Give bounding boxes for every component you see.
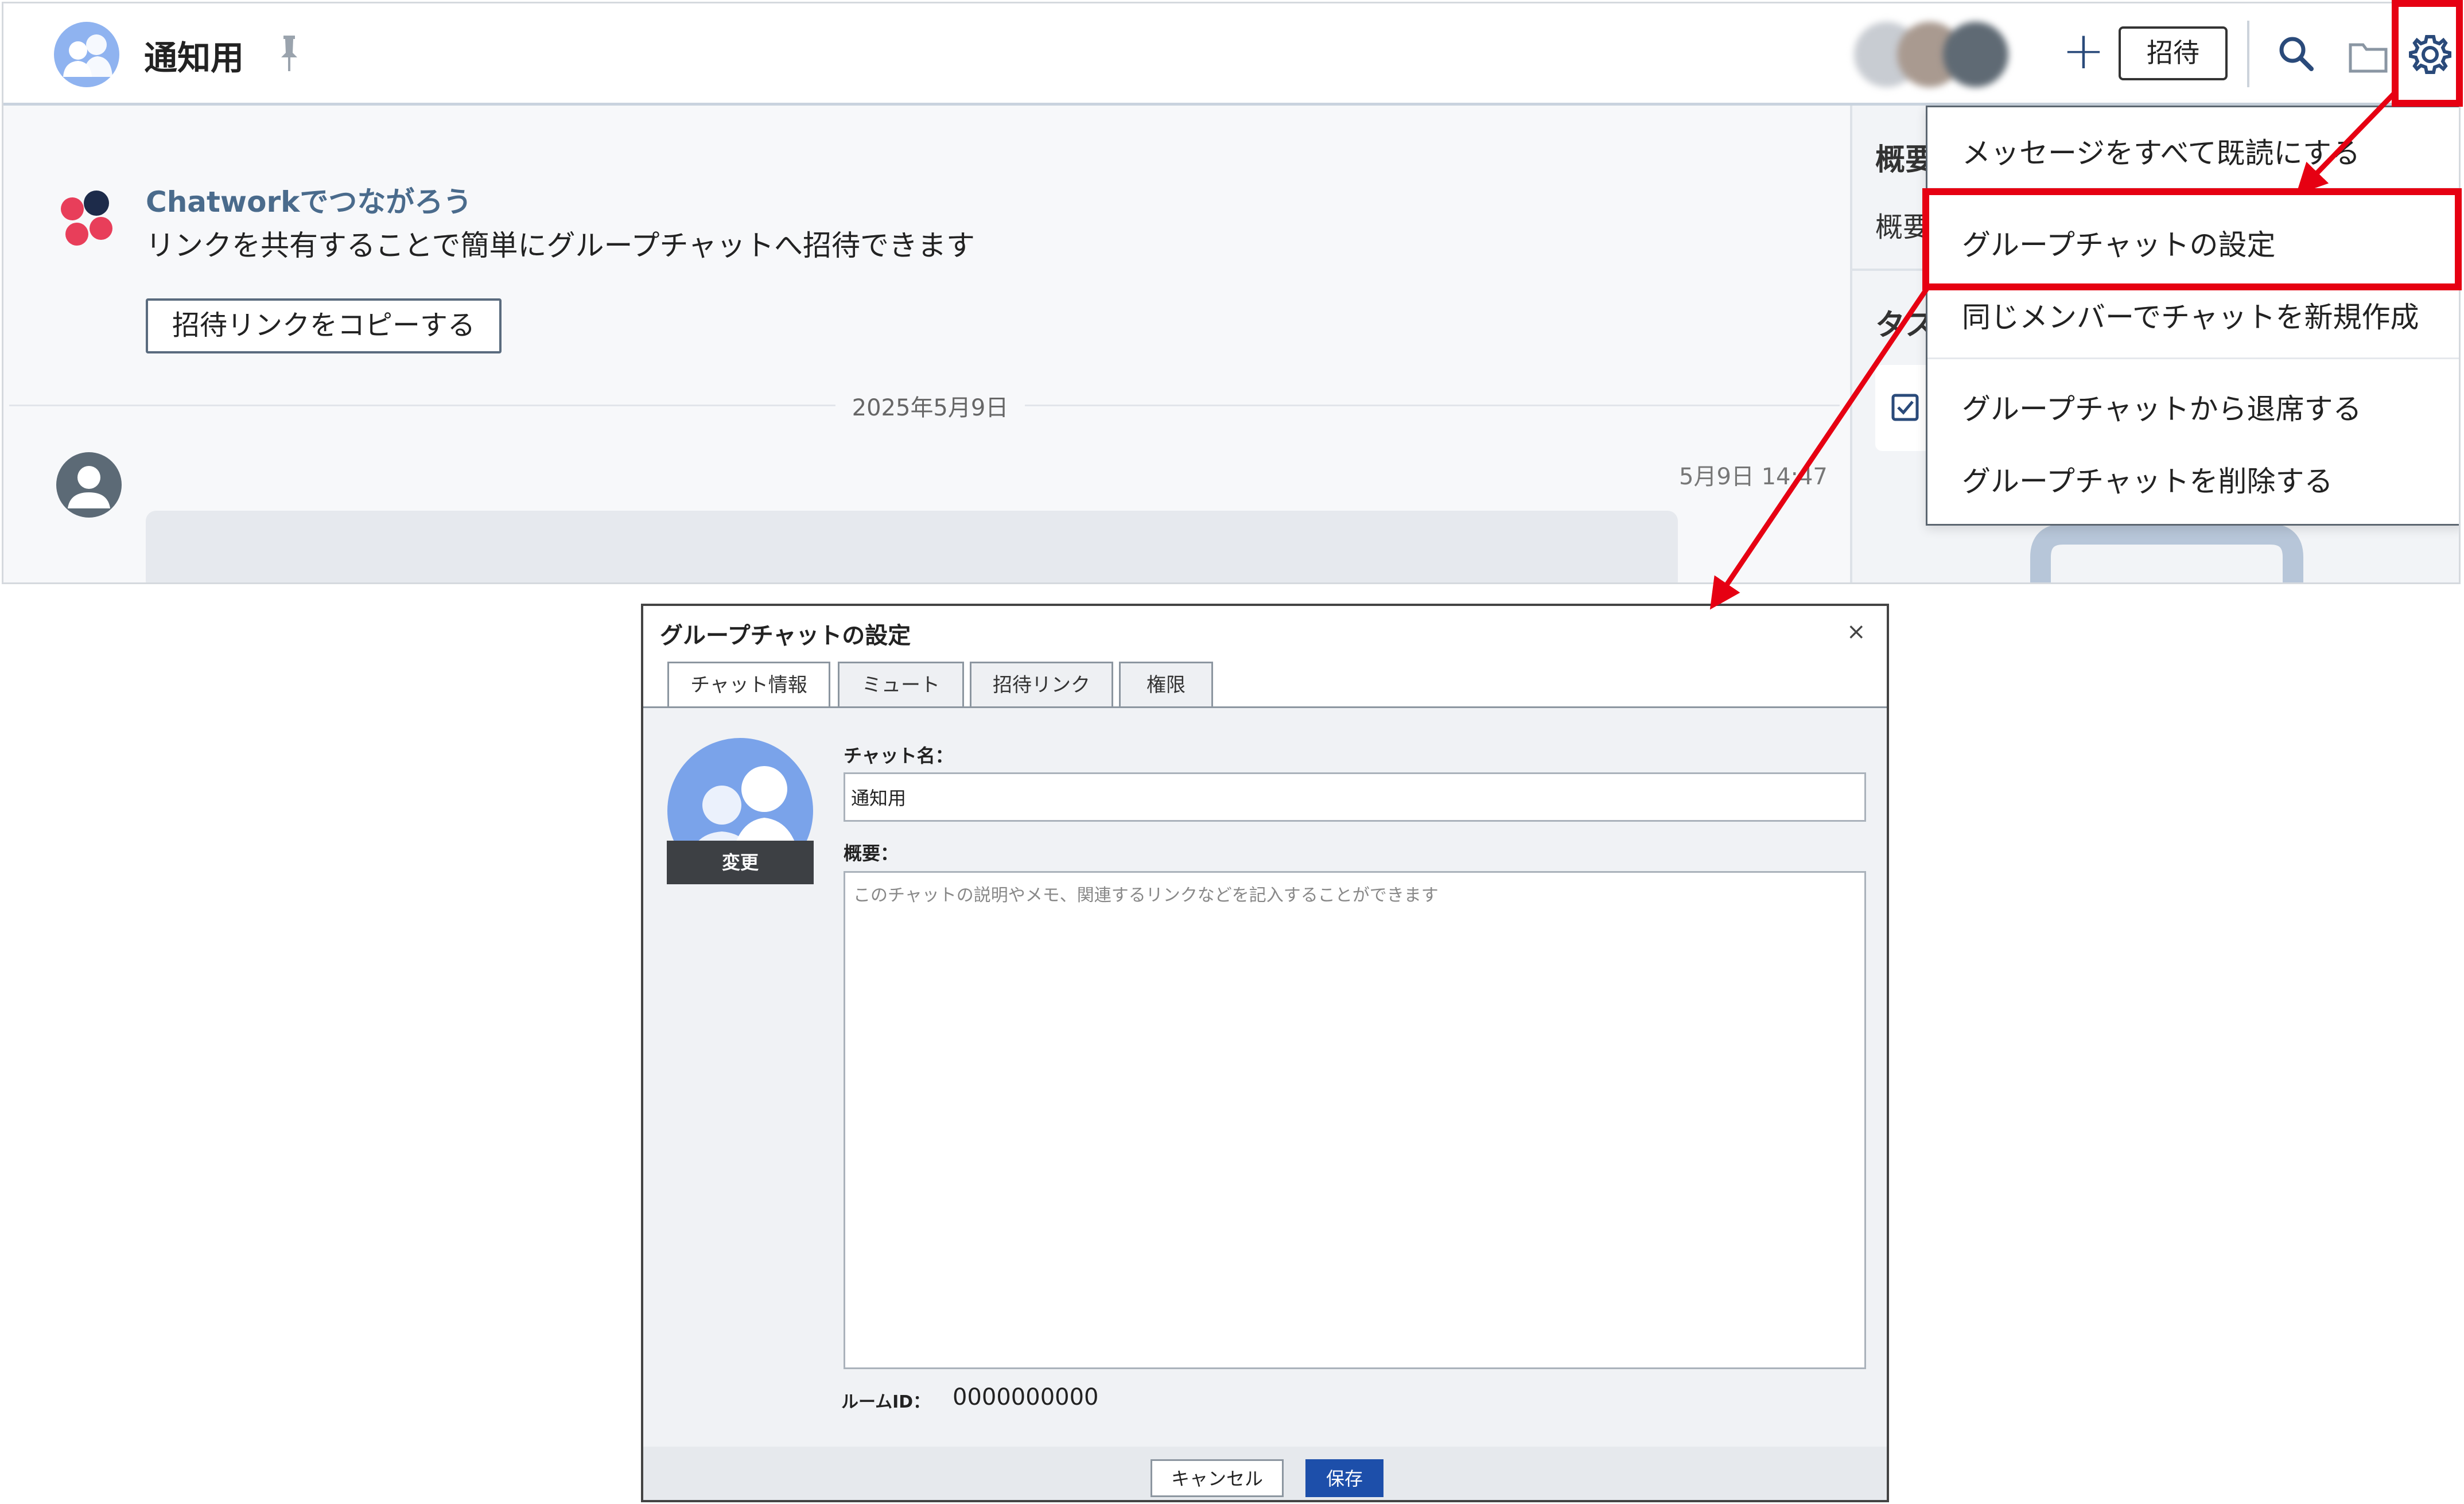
chat-name-label: チャット名：	[844, 745, 954, 767]
checkbox-icon[interactable]	[1891, 394, 1919, 421]
save-button[interactable]: 保存	[1305, 1459, 1383, 1497]
promo-description: リンクを共有することで簡単にグループチャットへ招待できます	[146, 229, 975, 262]
description-label: 概要：	[844, 842, 899, 864]
folder-icon[interactable]	[2348, 39, 2388, 73]
cancel-button[interactable]: キャンセル	[1151, 1459, 1284, 1497]
task-illustration-icon	[2030, 524, 2303, 582]
room-header: 通知用 + 招待	[3, 3, 2459, 106]
dialog-title: グループチャットの設定	[660, 623, 911, 649]
date-divider-line	[1025, 405, 1840, 406]
add-member-button[interactable]: +	[2058, 25, 2109, 78]
tab-permissions[interactable]: 権限	[1119, 662, 1213, 708]
message-timestamp: 5月9日 14:47	[1679, 464, 1828, 490]
menu-item-mark-all-read[interactable]: メッセージをすべて既読にする	[1962, 130, 2360, 172]
chat-name-input[interactable]	[844, 772, 1866, 822]
tab-invite-link[interactable]: 招待リンク	[970, 662, 1113, 708]
group-avatar-icon[interactable]	[53, 21, 121, 88]
date-separator: 2025年5月9日	[852, 395, 1009, 421]
tab-chat-info[interactable]: チャット情報	[667, 662, 830, 709]
gear-highlight-box	[2392, 0, 2463, 107]
chatwork-logo-icon	[61, 191, 112, 246]
room-title: 通知用	[144, 38, 244, 77]
menu-divider	[1927, 357, 2459, 359]
member-avatar[interactable]	[1943, 22, 2008, 87]
menu-item-leave-group[interactable]: グループチャットから退席する	[1962, 386, 2362, 428]
message-bubble	[146, 511, 1678, 582]
copy-invite-link-button[interactable]: 招待リンクをコピーする	[146, 298, 502, 353]
change-avatar-button[interactable]: 変更	[667, 841, 814, 884]
date-divider-line	[9, 405, 835, 406]
close-icon[interactable]: ×	[1847, 619, 1866, 645]
room-id-label: ルームID：	[841, 1392, 931, 1412]
menu-item-new-chat-same-members[interactable]: 同じメンバーでチャットを新規作成	[1962, 294, 2419, 336]
chat-room-screenshot: 通知用 + 招待 Chatworkでつながろう リンクを共有することで簡単にグル…	[2, 2, 2461, 584]
description-textarea[interactable]	[844, 871, 1866, 1369]
header-divider	[2247, 21, 2249, 87]
invite-button[interactable]: 招待	[2119, 26, 2228, 80]
tab-mute[interactable]: ミュート	[838, 662, 964, 708]
pin-icon[interactable]	[278, 33, 301, 73]
menu-item-delete-group[interactable]: グループチャットを削除する	[1962, 458, 2333, 500]
settings-item-highlight-box	[1922, 188, 2462, 290]
settings-dropdown-menu: メッセージをすべて既読にする グループチャットの設定 同じメンバーでチャットを新…	[1926, 106, 2459, 526]
room-id-value: 0000000000	[953, 1384, 1099, 1410]
promo-title: Chatworkでつながろう	[146, 185, 472, 219]
search-icon[interactable]	[2276, 33, 2316, 73]
user-avatar-icon[interactable]	[55, 451, 123, 519]
